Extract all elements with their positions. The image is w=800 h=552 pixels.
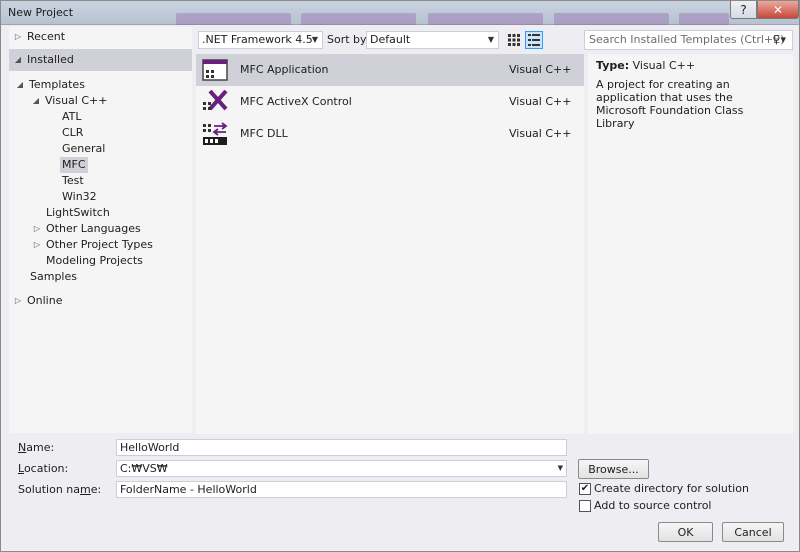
list-view-button[interactable] — [525, 31, 543, 49]
mfc-application-icon — [202, 59, 228, 81]
new-project-dialog: New Project ? ✕ ▷ Recent ◢ Installed ◢ T… — [0, 0, 800, 552]
nav-general[interactable]: General — [62, 141, 105, 157]
mfc-activex-icon — [203, 90, 228, 111]
nav-lightswitch[interactable]: LightSwitch — [46, 205, 110, 221]
chevron-down-icon: ▼ — [487, 35, 494, 44]
cancel-button[interactable]: Cancel — [722, 522, 784, 542]
nav-modeling-projects[interactable]: Modeling Projects — [46, 253, 143, 269]
help-icon: ? — [740, 2, 747, 17]
nav-test[interactable]: Test — [62, 173, 84, 189]
small-icons-view-button[interactable] — [505, 31, 523, 49]
template-row-mfc-activex[interactable]: MFC ActiveX Control Visual C++ — [196, 86, 584, 118]
help-button[interactable]: ? — [730, 1, 757, 19]
template-name: MFC ActiveX Control — [240, 95, 352, 108]
collapse-arrow-icon[interactable]: ◢ — [31, 93, 41, 109]
create-directory-checkbox[interactable]: ✔ — [579, 483, 591, 495]
nav-installed[interactable]: ◢ Installed — [9, 49, 192, 71]
nav-visual-cpp[interactable]: ◢ Visual C++ — [31, 93, 108, 109]
expand-arrow-icon[interactable]: ▷ — [13, 29, 23, 45]
list-view-icon — [528, 34, 540, 46]
ok-button[interactable]: OK — [658, 522, 713, 542]
source-control-label: Add to source control — [594, 499, 712, 512]
nav-clr[interactable]: CLR — [62, 125, 83, 141]
sort-by-dropdown[interactable]: Default ▼ — [366, 31, 499, 49]
nav-win32[interactable]: Win32 — [62, 189, 97, 205]
background-window-strip — [176, 13, 291, 25]
location-label: Location: — [18, 462, 69, 475]
nav-recent[interactable]: ▷ Recent — [13, 29, 65, 45]
grid-view-icon — [508, 34, 520, 46]
solution-name-input[interactable]: FolderName - HelloWorld — [116, 481, 567, 498]
nav-samples[interactable]: Samples — [30, 269, 77, 285]
template-type-line: Type: Visual C++ — [596, 59, 696, 72]
nav-other-languages[interactable]: ▷ Other Languages — [32, 221, 141, 237]
window-title: New Project — [8, 6, 74, 19]
expand-arrow-icon[interactable]: ▷ — [32, 237, 42, 253]
project-name-input[interactable]: HelloWorld — [116, 439, 567, 456]
collapse-arrow-icon[interactable]: ◢ — [15, 77, 25, 93]
framework-dropdown[interactable]: .NET Framework 4.5 ▼ — [198, 31, 323, 49]
template-category-tree: ▷ Recent ◢ Installed ◢ Templates ◢ Visua… — [9, 27, 192, 433]
background-window-strip — [554, 13, 669, 25]
search-input[interactable]: Search Installed Templates (Ctrl+E) ⚲▾ — [584, 30, 793, 50]
template-row-mfc-application[interactable]: MFC Application Visual C++ — [196, 54, 584, 86]
template-row-mfc-dll[interactable]: MFC DLL Visual C++ — [196, 118, 584, 150]
location-input[interactable]: C:₩VS₩ ▼ — [116, 460, 567, 477]
template-language: Visual C++ — [509, 63, 572, 76]
template-language: Visual C++ — [509, 127, 572, 140]
search-icon[interactable]: ⚲▾ — [772, 31, 786, 49]
nav-mfc[interactable]: MFC — [60, 157, 88, 173]
nav-online[interactable]: ▷ Online — [13, 293, 63, 309]
expand-arrow-icon[interactable]: ▷ — [32, 221, 42, 237]
template-language: Visual C++ — [509, 95, 572, 108]
browse-button[interactable]: Browse... — [578, 459, 649, 479]
nav-atl[interactable]: ATL — [62, 109, 82, 125]
template-name: MFC Application — [240, 63, 329, 76]
collapse-arrow-icon[interactable]: ◢ — [13, 52, 23, 68]
close-icon: ✕ — [772, 2, 784, 17]
chevron-down-icon: ▼ — [311, 35, 318, 44]
solution-name-label: Solution name: — [18, 483, 102, 496]
background-window-strip — [428, 13, 543, 25]
background-window-strip — [301, 13, 416, 25]
template-list: MFC Application Visual C++ MFC ActiveX C… — [196, 54, 584, 434]
chevron-down-icon[interactable]: ▼ — [558, 461, 563, 476]
nav-other-project-types[interactable]: ▷ Other Project Types — [32, 237, 153, 253]
expand-arrow-icon[interactable]: ▷ — [13, 293, 23, 309]
source-control-checkbox[interactable] — [579, 500, 591, 512]
close-button[interactable]: ✕ — [757, 1, 799, 19]
sort-by-label: Sort by: — [327, 33, 370, 46]
template-name: MFC DLL — [240, 127, 288, 140]
mfc-dll-icon — [203, 122, 228, 145]
title-bar: New Project ? ✕ — [1, 1, 799, 25]
name-label: Name: — [18, 441, 55, 454]
template-description-pane: Type: Visual C++ A project for creating … — [588, 54, 793, 434]
create-directory-label: Create directory for solution — [594, 482, 749, 495]
nav-templates[interactable]: ◢ Templates — [15, 77, 85, 93]
background-window-strip — [679, 13, 729, 25]
template-description: A project for creating an application th… — [596, 78, 744, 130]
